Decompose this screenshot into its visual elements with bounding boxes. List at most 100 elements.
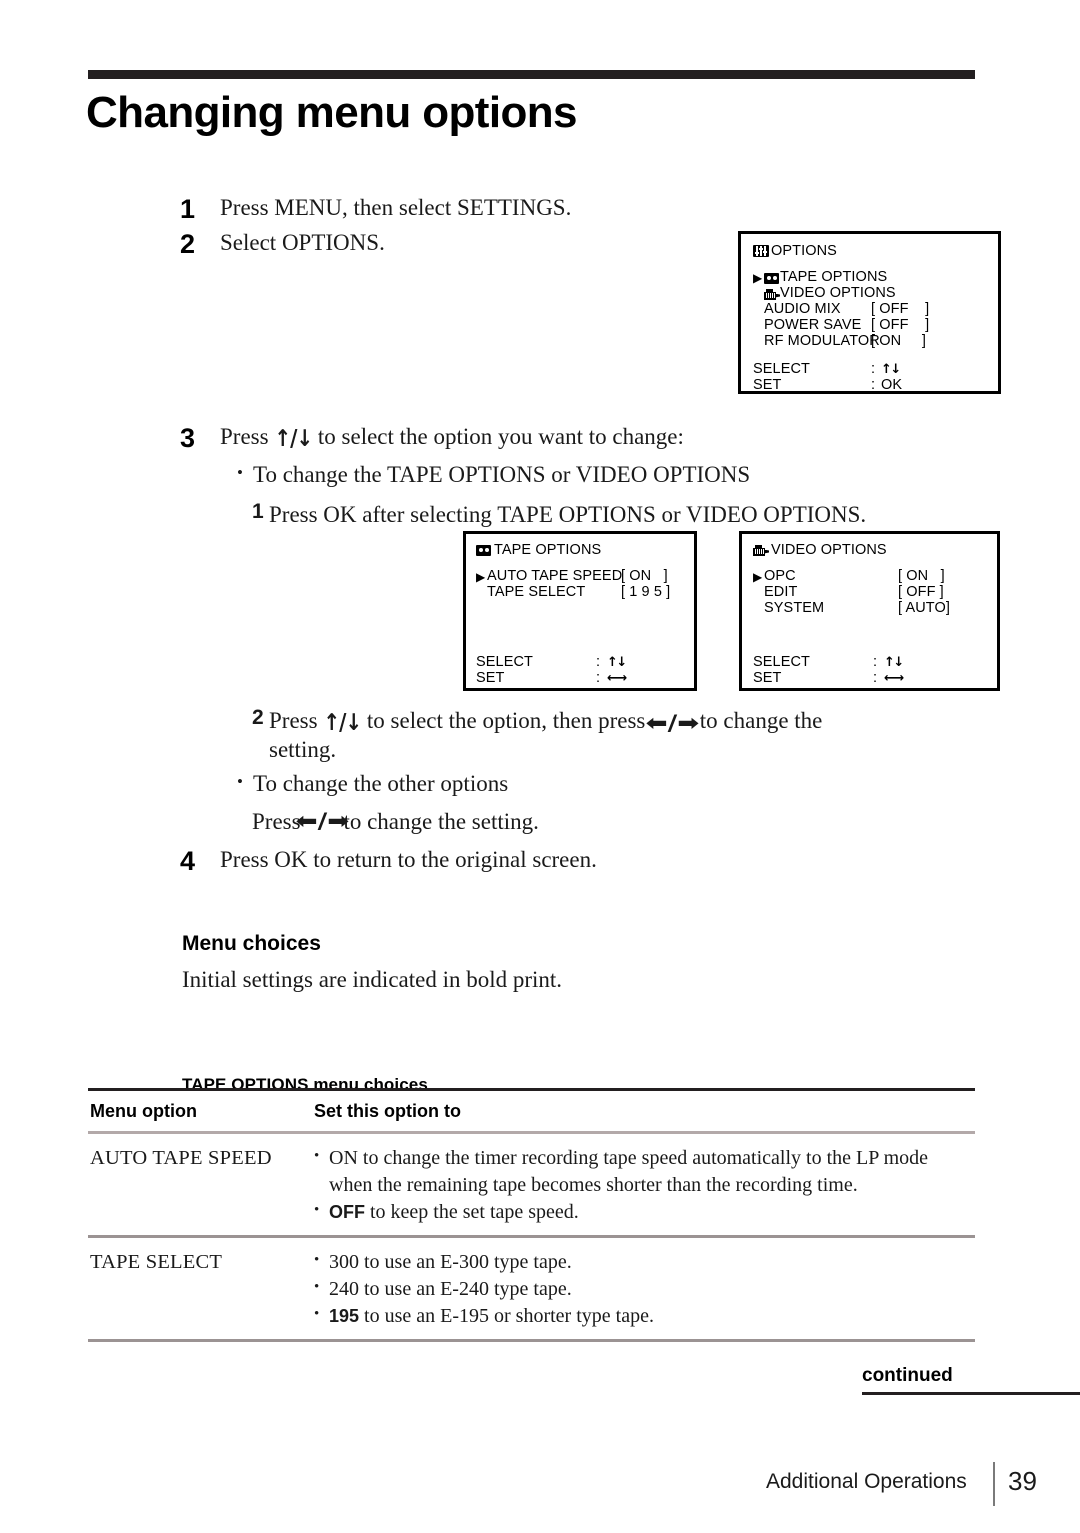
osd-row-value[interactable]: [ OFF ]: [871, 318, 929, 334]
osd-footer-set: SET : ←→: [753, 670, 991, 687]
selection-caret-icon: ▶: [476, 570, 486, 584]
osd-footer-colon: :: [596, 670, 601, 687]
step-3: 3 Press ↑/↓ to select the option you wan…: [180, 422, 684, 452]
table-cell-option-values: • 300 to use an E-300 type tape. • 240 t…: [312, 1238, 975, 1339]
osd-footer-key: SET: [753, 670, 782, 687]
osd-row-tape-options[interactable]: ▶ TAPE OPTIONS: [753, 270, 990, 286]
list-item-text: OFF to keep the set tape speed.: [329, 1199, 975, 1226]
osd-row-tape-select[interactable]: TAPE SELECT [ 1 9 5 ]: [476, 585, 688, 601]
osd-video-footer: SELECT : ↑↓ SET : ←→: [753, 654, 991, 687]
step-3-text-after: to select the option you want to change:: [312, 424, 684, 449]
menu-choices-subtext: Initial settings are indicated in bold p…: [182, 967, 563, 992]
substep-1-text: Press OK after selecting TAPE OPTIONS or…: [269, 502, 867, 527]
list-item: • 300 to use an E-300 type tape.: [314, 1249, 975, 1276]
left-right-arrows-icon: ←→: [884, 670, 904, 686]
bullet-text: To change the TAPE OPTIONS or VIDEO OPTI…: [253, 462, 751, 487]
osd-row-value[interactable]: [ 1 9 5 ]: [621, 585, 670, 601]
list-item: • 195 to use an E-195 or shorter type ta…: [314, 1303, 975, 1330]
osd-footer-key: SELECT: [753, 654, 811, 671]
selection-caret-icon: ▶: [753, 570, 763, 584]
osd-footer-colon: :: [596, 654, 601, 671]
osd-row-value[interactable]: [ ON ]: [621, 569, 668, 585]
osd-footer-value: OK: [881, 377, 903, 394]
osd-row-value[interactable]: [ OFF ]: [871, 302, 929, 318]
bullet-dot-icon: •: [314, 1252, 320, 1268]
bullet-tape-video-options: • To change the TAPE OPTIONS or VIDEO OP…: [237, 462, 937, 488]
instruction-part-b: to change the setting.: [343, 809, 539, 834]
bullet-dot-icon: •: [314, 1148, 320, 1164]
step-4-number: 4: [180, 846, 196, 876]
left-right-arrows-icon: ⬅/➡: [645, 711, 700, 735]
osd-footer-colon: :: [871, 377, 876, 394]
step-4: 4 Press OK to return to the original scr…: [180, 845, 597, 875]
osd-row-edit[interactable]: EDIT [ OFF ]: [753, 585, 991, 601]
osd-footer-colon: :: [873, 654, 878, 671]
osd-row-label: VIDEO OPTIONS: [780, 285, 896, 302]
step-1: 1 Press MENU, then select SETTINGS.: [180, 193, 571, 223]
osd-video-title-row: VIDEO OPTIONS: [753, 542, 887, 558]
osd-row-opc[interactable]: ▶ OPC [ ON ]: [753, 569, 991, 585]
osd-row-audio-mix[interactable]: AUDIO MIX [ OFF ]: [753, 302, 990, 318]
osd-options-rows: ▶ TAPE OPTIONS VIDEO OPTIONS AUDIO MIX […: [753, 270, 990, 350]
osd-row-rf-modulator[interactable]: RF MODULATOR [ ON ]: [753, 334, 990, 350]
osd-footer-key: SET: [476, 670, 505, 687]
osd-row-value[interactable]: [ OFF ]: [898, 585, 944, 601]
table-bottom-rule: [88, 1339, 975, 1342]
substep-2-text: Press ↑/↓ to select the option, then pre…: [269, 706, 952, 765]
table-cell-option-name: AUTO TAPE SPEED: [90, 1147, 272, 1169]
osd-row-auto-tape-speed[interactable]: ▶ AUTO TAPE SPEED [ ON ]: [476, 569, 688, 585]
osd-footer-select: SELECT : ↑↓: [476, 654, 688, 671]
list-item: • OFF to keep the set tape speed.: [314, 1199, 975, 1226]
left-right-arrows-icon: ⬅/➡: [295, 809, 349, 833]
osd-row-label: TAPE SELECT: [487, 584, 586, 601]
substep-2-part-c: to change the: [694, 708, 823, 733]
camcorder-icon: [764, 288, 780, 300]
osd-row-label: EDIT: [764, 584, 798, 601]
camcorder-icon: [753, 544, 769, 556]
continued-label: continued: [862, 1365, 953, 1386]
osd-row-label: OPC: [764, 568, 796, 585]
list-item-text: 300 to use an E-300 type tape.: [329, 1251, 572, 1273]
osd-row-label: TAPE OPTIONS: [780, 269, 888, 286]
osd-tape-rows: ▶ AUTO TAPE SPEED [ ON ] TAPE SELECT [ 1…: [476, 569, 688, 601]
osd-row-label: POWER SAVE: [764, 317, 862, 334]
step-2-number: 2: [180, 229, 196, 259]
up-down-arrows-icon: ↑/↓: [274, 424, 313, 452]
osd-video-options-menu: VIDEO OPTIONS ▶ OPC [ ON ] EDIT [ OFF ] …: [739, 531, 1000, 691]
osd-row-system[interactable]: SYSTEM [ AUTO]: [753, 601, 991, 617]
osd-footer-key: SELECT: [476, 654, 534, 671]
osd-footer-set: SET : ←→: [476, 670, 688, 687]
step-3-text: Press ↑/↓ to select the option you want …: [220, 422, 684, 451]
cassette-icon: [764, 272, 779, 284]
osd-row-value[interactable]: [ AUTO]: [898, 601, 950, 617]
osd-footer-colon: :: [871, 361, 876, 378]
bullet-dot-icon: •: [237, 772, 243, 791]
osd-row-value[interactable]: [ ON ]: [898, 569, 945, 585]
osd-video-rows: ▶ OPC [ ON ] EDIT [ OFF ] SYSTEM [ AUTO]: [753, 569, 991, 617]
osd-row-video-options[interactable]: VIDEO OPTIONS: [753, 286, 990, 302]
bullet-other-options-instruction: Press ⬅/➡ to change the setting.: [252, 809, 952, 835]
table-row: AUTO TAPE SPEED • ON to change the timer…: [88, 1134, 975, 1235]
step-2-text: Select OPTIONS.: [220, 230, 385, 255]
up-down-arrows-icon: ↑↓: [607, 654, 627, 670]
bullet-other-options: • To change the other options: [237, 771, 937, 797]
list-item-text: 195 to use an E-195 or shorter type tape…: [329, 1303, 975, 1330]
substep-1: 1 Press OK after selecting TAPE OPTIONS …: [252, 500, 972, 529]
osd-options-title: OPTIONS: [771, 243, 837, 259]
osd-options-title-row: OPTIONS: [753, 243, 837, 259]
selection-caret-icon: ▶: [753, 271, 763, 285]
heading-rule: [88, 70, 975, 79]
menu-choices-heading: Menu choices: [182, 932, 321, 955]
osd-row-value[interactable]: [ ON ]: [871, 334, 926, 350]
osd-row-power-save[interactable]: POWER SAVE [ OFF ]: [753, 318, 990, 334]
bullet-dot-icon: •: [314, 1202, 320, 1218]
osd-video-title: VIDEO OPTIONS: [771, 542, 887, 558]
substep-2-number: 2: [252, 706, 264, 729]
table-header-cell-menu-option: Menu option: [90, 1101, 197, 1121]
tape-options-table: Menu option Set this option to AUTO TAPE…: [88, 1088, 975, 1342]
substep-2-part-a: Press: [269, 708, 324, 733]
list-item: • 240 to use an E-240 type tape.: [314, 1276, 975, 1303]
bullet-dot-icon: •: [314, 1306, 320, 1322]
osd-footer-set: SET : OK: [753, 377, 990, 394]
substep-2: 2 Press ↑/↓ to select the option, then p…: [252, 706, 952, 765]
